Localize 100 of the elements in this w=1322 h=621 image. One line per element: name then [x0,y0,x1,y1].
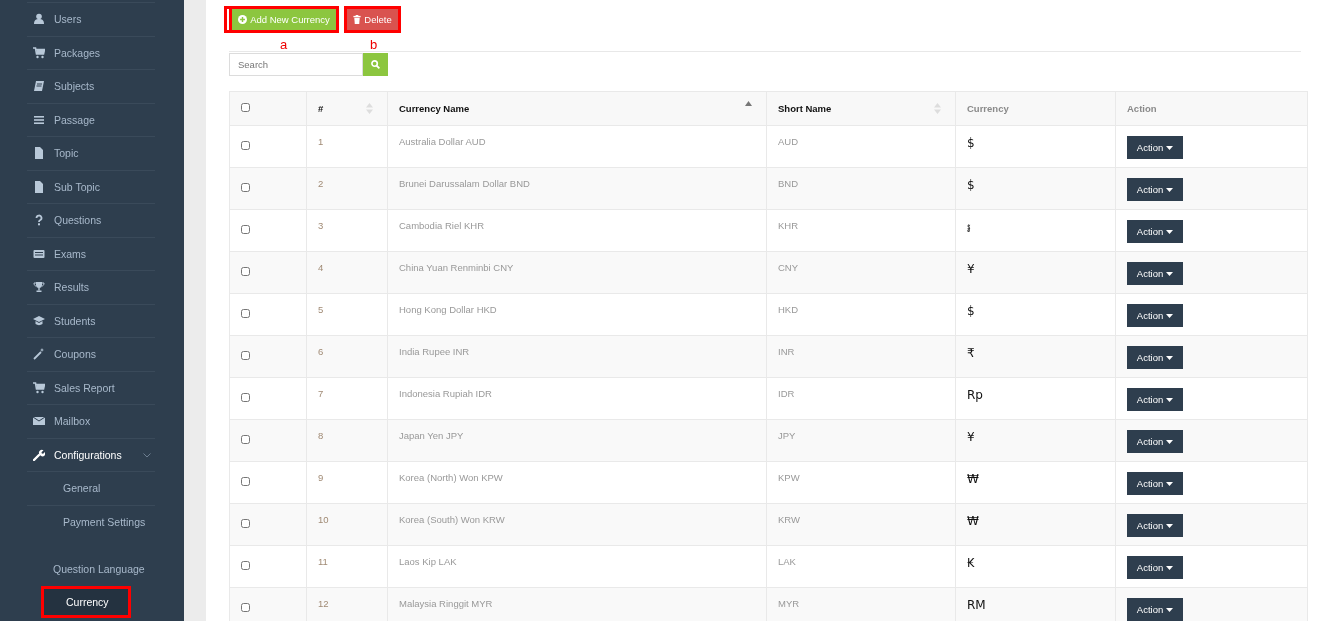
checkbox[interactable] [241,351,250,360]
file-icon [33,180,45,193]
column-header: Currency [967,103,1009,114]
checkbox[interactable] [241,435,250,444]
sidebar-item[interactable]: Packages [27,35,155,69]
short-name: JPY [778,430,796,441]
caret-icon [1166,271,1174,276]
menu-icon [33,113,45,126]
action-button[interactable]: Action [1127,514,1183,537]
currency-symbol: ₩ [967,472,979,486]
currency-name: Hong Kong Dollar HKD [399,304,497,315]
column-header: Action [1127,103,1157,114]
sidebar-item[interactable]: Question Language [27,552,155,586]
wand-icon [33,348,45,361]
caret-icon [1166,397,1174,402]
user-icon [33,13,45,26]
caret-icon [1166,607,1174,612]
currency-symbol: ₩ [967,514,979,528]
sidebar-item[interactable]: Questions [27,203,155,237]
currency-name: China Yuan Renminbi CNY [399,262,514,273]
row-number: 3 [318,220,324,231]
short-name: INR [778,346,795,357]
checkbox[interactable] [241,477,250,486]
row-number: 5 [318,304,324,315]
book-icon [33,80,45,93]
currency-symbol: Rp [967,388,983,402]
wrench-icon [33,448,45,461]
currency-symbol: ¥ [967,430,975,444]
checkbox[interactable] [241,141,250,150]
caret-icon [1166,523,1174,528]
caret-icon [1166,145,1174,150]
sidebar-item[interactable]: Currency [41,585,131,618]
checkbox[interactable] [241,309,250,318]
checkbox[interactable] [241,267,250,276]
caret-icon [1166,565,1174,570]
sidebar-item[interactable]: Topic [27,136,155,170]
currency-name: Australia Dollar AUD [399,136,486,147]
checkbox[interactable] [241,103,250,112]
sidebar-item[interactable]: Students [27,303,155,337]
currency-name: India Rupee INR [399,346,470,357]
column-header[interactable]: # [318,103,324,114]
row-number: 11 [318,556,328,567]
short-name: IDR [778,388,795,399]
row-number: 7 [318,388,324,399]
sort-ascending-icon [745,101,752,106]
sidebar-item[interactable]: Passage [27,102,155,136]
row-number: 6 [318,346,324,357]
currency-name: Laos Kip LAK [399,556,457,567]
short-name: CNY [778,262,799,273]
action-button[interactable]: Action [1127,598,1183,621]
action-button[interactable]: Action [1127,556,1183,579]
sidebar-item[interactable]: Users [27,2,155,36]
row-number: 8 [318,430,324,441]
column-header[interactable]: Currency Name [399,103,470,114]
action-button[interactable]: Action [1127,304,1183,327]
action-button[interactable]: Action [1127,388,1183,411]
annotation-label: b [370,38,378,51]
action-button[interactable]: Action [1127,472,1183,495]
sidebar-item[interactable]: Sub Topic [27,169,155,203]
chevron-down-icon [143,452,151,458]
action-button[interactable]: Action [1127,262,1183,285]
action-button[interactable]: Action [1127,430,1183,453]
sidebar-item[interactable]: Sales Report [27,370,155,404]
sidebar-subitem[interactable]: Payment Settings [27,504,155,538]
checkbox[interactable] [241,225,250,234]
currency-symbol: ¥ [967,262,975,276]
action-button[interactable]: Action [1127,346,1183,369]
currency-name: Malaysia Ringgit MYR [399,598,493,609]
row-number: 9 [318,472,324,483]
short-name: AUD [778,136,799,147]
sidebar-item[interactable]: Coupons [27,337,155,371]
checkbox[interactable] [241,183,250,192]
sort-icon [366,103,373,114]
sidebar-item[interactable]: Exams [27,236,155,270]
action-button[interactable]: Action [1127,178,1183,201]
trash-icon [353,15,362,24]
search-icon [371,60,380,69]
row-number: 1 [318,136,324,147]
checkbox[interactable] [241,603,250,612]
currency-name: Cambodia Riel KHR [399,220,484,231]
sidebar-item[interactable]: Mailbox [27,404,155,438]
delete-button[interactable]: Delete [344,6,401,33]
currency-name: Korea (South) Won KRW [399,514,505,525]
sidebar-item[interactable]: Results [27,270,155,304]
short-name: LAK [778,556,796,567]
cart-icon [33,46,45,59]
row-number: 2 [318,178,324,189]
search-field[interactable]: Search [229,53,363,76]
sidebar-subitem[interactable]: General [27,471,155,505]
checkbox[interactable] [241,561,250,570]
action-button[interactable]: Action [1127,220,1183,243]
column-header[interactable]: Short Name [778,103,832,114]
currency-name: Korea (North) Won KPW [399,472,503,483]
currency-symbol: $ [967,178,975,192]
sidebar-item[interactable]: Configurations [27,437,155,471]
checkbox[interactable] [241,519,250,528]
checkbox[interactable] [241,393,250,402]
sidebar-item[interactable]: Subjects [27,69,155,103]
caret-icon [1166,187,1174,192]
action-button[interactable]: Action [1127,136,1183,159]
